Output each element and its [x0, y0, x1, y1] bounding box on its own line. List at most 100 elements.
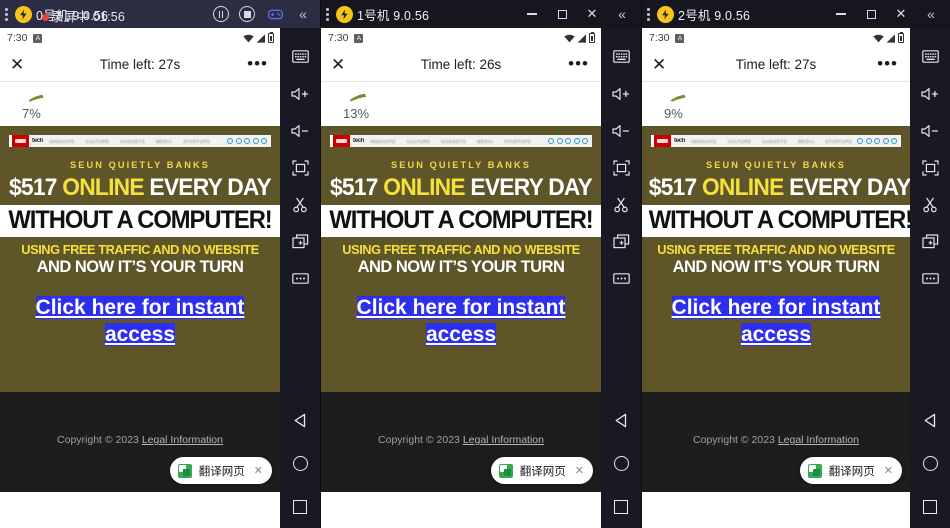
recents-icon[interactable] [280, 485, 320, 528]
ad-subline-2: AND NOW IT’S YOUR TURN [36, 258, 244, 276]
back-icon[interactable] [910, 399, 950, 442]
android-status-bar-2: 7:30 A [642, 28, 910, 48]
translate-close-icon[interactable]: ✕ [882, 464, 893, 477]
more-icon[interactable] [280, 260, 320, 297]
translate-toast-1[interactable]: 翻译网页 ✕ [490, 457, 593, 484]
vertical-dots-icon[interactable] [326, 6, 332, 22]
copyright-text: Copyright © 2023 Legal Information [378, 434, 544, 446]
minimize-button[interactable] [517, 1, 547, 27]
status-bar-left-0: 7:30 A [7, 32, 43, 44]
home-icon[interactable] [601, 442, 641, 485]
ad-headline-boxed: WITHOUT A COMPUTER! [329, 206, 593, 234]
translate-toast-2[interactable]: 翻译网页 ✕ [799, 457, 902, 484]
multi-instance-icon[interactable] [910, 223, 950, 260]
google-translate-icon [807, 463, 822, 478]
keyboard-icon[interactable] [280, 38, 320, 75]
more-icon[interactable] [601, 260, 641, 297]
minimize-button[interactable] [826, 1, 856, 27]
fullscreen-icon[interactable] [910, 149, 950, 186]
status-clock: 7:30 [7, 32, 28, 44]
stop-recording-button[interactable] [234, 1, 260, 27]
maximize-button[interactable] [547, 1, 577, 27]
close-ad-button[interactable]: ✕ [331, 56, 345, 73]
translate-toast-0[interactable]: 翻译网页 ✕ [169, 457, 272, 484]
legal-information-link[interactable]: Legal Information [142, 434, 223, 446]
headline-highlight: ONLINE [62, 174, 144, 201]
translate-label: 翻译网页 [198, 465, 245, 478]
ad-headline-primary: $517 ONLINE EVERY DAY [7, 174, 273, 202]
wifi-icon [873, 34, 884, 43]
ad-options-button[interactable]: ••• [568, 55, 589, 72]
scissors-icon[interactable] [910, 186, 950, 223]
close-ad-button[interactable]: ✕ [10, 56, 24, 73]
ad-creative-1[interactable]: tech INNOVATE CULTURE GADGETS MEDIA STAR… [321, 126, 601, 392]
multi-instance-icon[interactable] [601, 223, 641, 260]
status-badge: A [33, 33, 43, 43]
back-icon[interactable] [280, 399, 320, 442]
ad-creative-0[interactable]: tech INNOVATE CULTURE GADGETS MEDIA STAR… [0, 126, 280, 392]
titlebar-0: 0号机 9.0.56 录屏中 01:56 « [0, 0, 320, 28]
volume-up-icon[interactable] [601, 75, 641, 112]
progress-strip-2: 9% [642, 82, 910, 126]
keyboard-icon[interactable] [910, 38, 950, 75]
progress-swoosh-icon [670, 89, 686, 107]
fullscreen-icon[interactable] [601, 149, 641, 186]
back-icon[interactable] [601, 399, 641, 442]
ad-cta-link[interactable]: Click here for instant access [356, 296, 566, 347]
ad-options-button[interactable]: ••• [247, 55, 268, 72]
window-title-1: 1号机 9.0.56 [357, 8, 430, 23]
pause-recording-button[interactable] [208, 1, 234, 27]
site-nav-item: CULTURE [406, 138, 431, 144]
ad-subline-1: USING FREE TRAFFIC AND NO WEBSITE [342, 242, 580, 257]
volume-down-icon[interactable] [910, 112, 950, 149]
vertical-dots-icon[interactable] [5, 6, 11, 22]
twitter-icon [865, 138, 872, 144]
volume-up-icon[interactable] [280, 75, 320, 112]
ad-creative-2[interactable]: tech INNOVATE CULTURE GADGETS MEDIA STAR… [642, 126, 910, 392]
maximize-button[interactable] [856, 1, 886, 27]
legal-information-link[interactable]: Legal Information [463, 434, 544, 446]
translate-close-icon[interactable]: ✕ [252, 464, 263, 477]
translate-close-icon[interactable]: ✕ [573, 464, 584, 477]
volume-up-icon[interactable] [910, 75, 950, 112]
android-screen-1: 7:30 A ✕ Time left: 26s ••• 13% tech INN… [321, 28, 601, 528]
close-ad-button[interactable]: ✕ [652, 56, 666, 73]
fullscreen-icon[interactable] [280, 149, 320, 186]
more-icon[interactable] [910, 260, 950, 297]
ad-headline-boxed-wrap: WITHOUT A COMPUTER! [642, 205, 910, 237]
collapse-toolbar-button[interactable]: « [916, 1, 946, 27]
site-nav-item: STARTUPS [183, 138, 211, 144]
scissors-icon[interactable] [601, 186, 641, 223]
ad-subline-2: AND NOW IT’S YOUR TURN [357, 258, 565, 276]
close-button[interactable]: ✕ [886, 1, 916, 27]
recents-icon[interactable] [910, 485, 950, 528]
scissors-icon[interactable] [280, 186, 320, 223]
site-nav-item: INNOVATE [49, 138, 75, 144]
site-nav-item: INNOVATE [691, 138, 717, 144]
ad-options-button[interactable]: ••• [877, 55, 898, 72]
vertical-dots-icon[interactable] [647, 6, 653, 22]
ad-cta-link[interactable]: Click here for instant access [35, 296, 245, 347]
volume-down-icon[interactable] [280, 112, 320, 149]
multi-instance-emulator-window: 0号机 9.0.56 录屏中 01:56 « 7:30 A ✕ Time lef… [0, 0, 950, 528]
wifi-icon [243, 34, 254, 43]
close-button[interactable]: ✕ [577, 1, 607, 27]
collapse-toolbar-button[interactable]: « [607, 1, 637, 27]
keyboard-icon[interactable] [601, 38, 641, 75]
gamepad-icon[interactable] [260, 1, 290, 27]
home-icon[interactable] [280, 442, 320, 485]
ad-kicker: SEUN QUIETLY BANKS [391, 160, 531, 170]
social-icons [548, 138, 592, 144]
recents-icon[interactable] [601, 485, 641, 528]
collapse-toolbar-button[interactable]: « [290, 1, 316, 27]
status-badge: A [675, 33, 685, 43]
home-icon[interactable] [910, 442, 950, 485]
site-nav: INNOVATE CULTURE GADGETS MEDIA STARTUPS [370, 139, 548, 144]
legal-information-link[interactable]: Legal Information [778, 434, 859, 446]
volume-down-icon[interactable] [601, 112, 641, 149]
ad-cta-link[interactable]: Click here for instant access [671, 296, 881, 347]
headline-part1: $517 [648, 174, 702, 201]
emulator-toolbar-1 [601, 28, 641, 528]
multi-instance-icon[interactable] [280, 223, 320, 260]
headline-part2: EVERY DAY [783, 174, 910, 201]
